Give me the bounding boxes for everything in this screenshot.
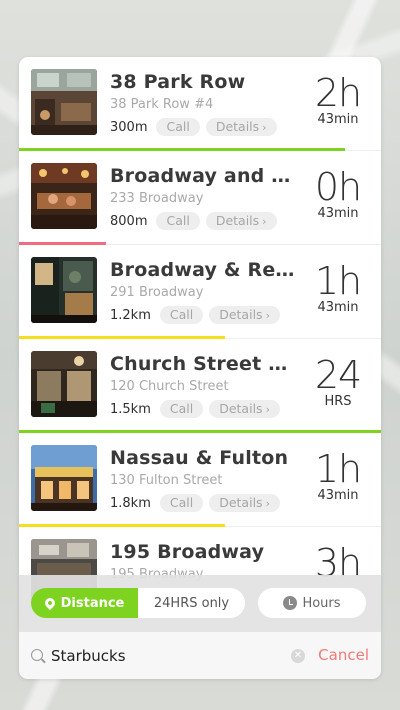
- store-name: 38 Park Row: [110, 71, 246, 93]
- call-button[interactable]: Call: [159, 400, 204, 418]
- store-photo: [31, 163, 97, 229]
- filter-bar: Distance 24HRS only Hours: [19, 575, 381, 631]
- time-big: 1h: [314, 447, 362, 491]
- store-row[interactable]: Church Street & ... 120 Church Street 1.…: [19, 339, 381, 433]
- sort-segmented-control: Distance 24HRS only: [31, 588, 245, 618]
- time-big: 2h: [314, 71, 362, 115]
- details-button[interactable]: Details ›: [205, 212, 277, 230]
- store-photo: [31, 351, 97, 417]
- distance-filter-label: Distance: [60, 595, 125, 611]
- store-distance: 800m: [110, 213, 148, 229]
- search-icon: [31, 649, 43, 661]
- details-label: Details: [215, 119, 260, 134]
- store-name: Broadway & Reade: [110, 259, 296, 281]
- time-small: 43min: [317, 300, 359, 315]
- details-label: Details: [215, 213, 260, 228]
- store-name: Nassau & Fulton: [110, 447, 289, 469]
- chevron-right-icon: ›: [265, 309, 270, 322]
- time-big: 24: [314, 353, 362, 397]
- time-big: 0h: [314, 165, 362, 209]
- 24hrs-filter-button[interactable]: 24HRS only: [138, 588, 245, 618]
- details-button[interactable]: Details ›: [205, 118, 277, 136]
- time-remaining: 0h 43min: [309, 167, 367, 221]
- time-remaining: 2h 43min: [309, 73, 367, 127]
- call-button[interactable]: Call: [156, 212, 200, 230]
- store-address: 130 Fulton Street: [110, 473, 223, 488]
- store-address: 291 Broadway: [110, 285, 204, 300]
- store-row[interactable]: Broadway & Reade 291 Broadway 1.2km Call…: [19, 245, 381, 339]
- time-remaining: 1h 43min: [309, 449, 367, 503]
- hours-filter-label: Hours: [302, 595, 341, 611]
- time-big: 1h: [314, 259, 362, 303]
- details-button[interactable]: Details ›: [209, 400, 280, 418]
- store-name: Church Street & ...: [110, 353, 296, 375]
- details-label: Details: [219, 307, 263, 322]
- details-label: Details: [219, 495, 263, 510]
- store-row[interactable]: 38 Park Row 38 Park Row #4 300m Call Det…: [19, 57, 381, 151]
- store-distance: 1.5km: [110, 401, 151, 417]
- time-small: 43min: [317, 112, 359, 127]
- time-remaining: 1h 43min: [309, 261, 367, 315]
- store-distance: 1.2km: [110, 307, 151, 323]
- store-photo: [31, 445, 97, 511]
- clock-icon: [283, 596, 298, 610]
- chevron-right-icon: ›: [265, 497, 270, 510]
- time-small: 43min: [317, 488, 359, 503]
- store-list-panel: 38 Park Row 38 Park Row #4 300m Call Det…: [19, 57, 381, 679]
- call-button[interactable]: Call: [159, 306, 204, 324]
- chevron-right-icon: ›: [262, 121, 267, 134]
- store-row[interactable]: Broadway and B... 233 Broadway 800m Call…: [19, 151, 381, 245]
- chevron-right-icon: ›: [262, 215, 267, 228]
- call-button[interactable]: Call: [159, 494, 204, 512]
- store-address: 120 Church Street: [110, 379, 229, 394]
- store-distance: 1.8km: [110, 495, 151, 511]
- store-list[interactable]: 38 Park Row 38 Park Row #4 300m Call Det…: [19, 57, 381, 621]
- chevron-right-icon: ›: [265, 403, 270, 416]
- call-button[interactable]: Call: [156, 118, 200, 136]
- details-button[interactable]: Details ›: [209, 306, 280, 324]
- time-remaining: 24 HRS: [309, 355, 367, 409]
- store-distance: 300m: [110, 119, 148, 135]
- hours-filter-button[interactable]: Hours: [258, 588, 366, 618]
- search-bar: ✕ Cancel: [19, 631, 381, 679]
- time-small: HRS: [324, 394, 352, 409]
- store-address: 233 Broadway: [110, 191, 204, 206]
- location-pin-icon: [42, 595, 57, 611]
- details-button[interactable]: Details ›: [209, 494, 280, 512]
- store-photo: [31, 257, 97, 323]
- store-address: 38 Park Row #4: [110, 97, 214, 112]
- distance-filter-button[interactable]: Distance: [31, 588, 138, 618]
- store-row[interactable]: Nassau & Fulton 130 Fulton Street 1.8km …: [19, 433, 381, 527]
- cancel-button[interactable]: Cancel: [318, 646, 369, 664]
- store-photo: [31, 69, 97, 135]
- clear-icon[interactable]: ✕: [291, 649, 305, 663]
- store-name: Broadway and B...: [110, 165, 296, 187]
- store-name: 195 Broadway: [110, 541, 265, 563]
- time-small: 43min: [317, 206, 359, 221]
- details-label: Details: [219, 401, 263, 416]
- search-input[interactable]: [51, 644, 281, 668]
